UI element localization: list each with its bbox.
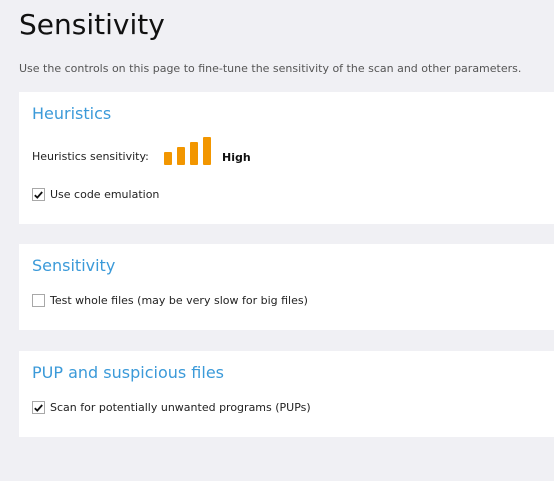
- heuristics-section-title: Heuristics: [32, 104, 112, 123]
- test-whole-files-checkbox[interactable]: [32, 294, 45, 307]
- sensitivity-bar-4[interactable]: [203, 137, 211, 165]
- use-code-emulation-option[interactable]: Use code emulation: [32, 188, 159, 201]
- pup-section-title: PUP and suspicious files: [32, 363, 224, 382]
- sensitivity-bar-2[interactable]: [177, 147, 185, 165]
- heuristics-sensitivity-value: High: [222, 151, 251, 164]
- scan-pups-label: Scan for potentially unwanted programs (…: [50, 401, 311, 414]
- page-title: Sensitivity: [19, 8, 165, 41]
- use-code-emulation-label: Use code emulation: [50, 188, 160, 201]
- sensitivity-section-title: Sensitivity: [32, 256, 116, 275]
- scan-pups-option[interactable]: Scan for potentially unwanted programs (…: [32, 401, 311, 414]
- heuristics-sensitivity-slider[interactable]: [164, 136, 212, 165]
- checkmark-icon: [34, 190, 43, 199]
- test-whole-files-label: Test whole files (may be very slow for b…: [50, 294, 308, 307]
- sensitivity-card: Sensitivity Test whole files (may be ver…: [19, 244, 554, 330]
- test-whole-files-option[interactable]: Test whole files (may be very slow for b…: [32, 294, 308, 307]
- use-code-emulation-checkbox[interactable]: [32, 188, 45, 201]
- sensitivity-bar-1[interactable]: [164, 152, 172, 165]
- heuristics-card: Heuristics Heuristics sensitivity: High …: [19, 92, 554, 224]
- sensitivity-bar-3[interactable]: [190, 142, 198, 165]
- pup-card: PUP and suspicious files Scan for potent…: [19, 351, 554, 437]
- page-subtitle: Use the controls on this page to fine-tu…: [19, 62, 522, 75]
- scan-pups-checkbox[interactable]: [32, 401, 45, 414]
- checkmark-icon: [34, 403, 43, 412]
- heuristics-sensitivity-row: Heuristics sensitivity:: [32, 150, 149, 163]
- heuristics-sensitivity-label: Heuristics sensitivity:: [32, 150, 149, 163]
